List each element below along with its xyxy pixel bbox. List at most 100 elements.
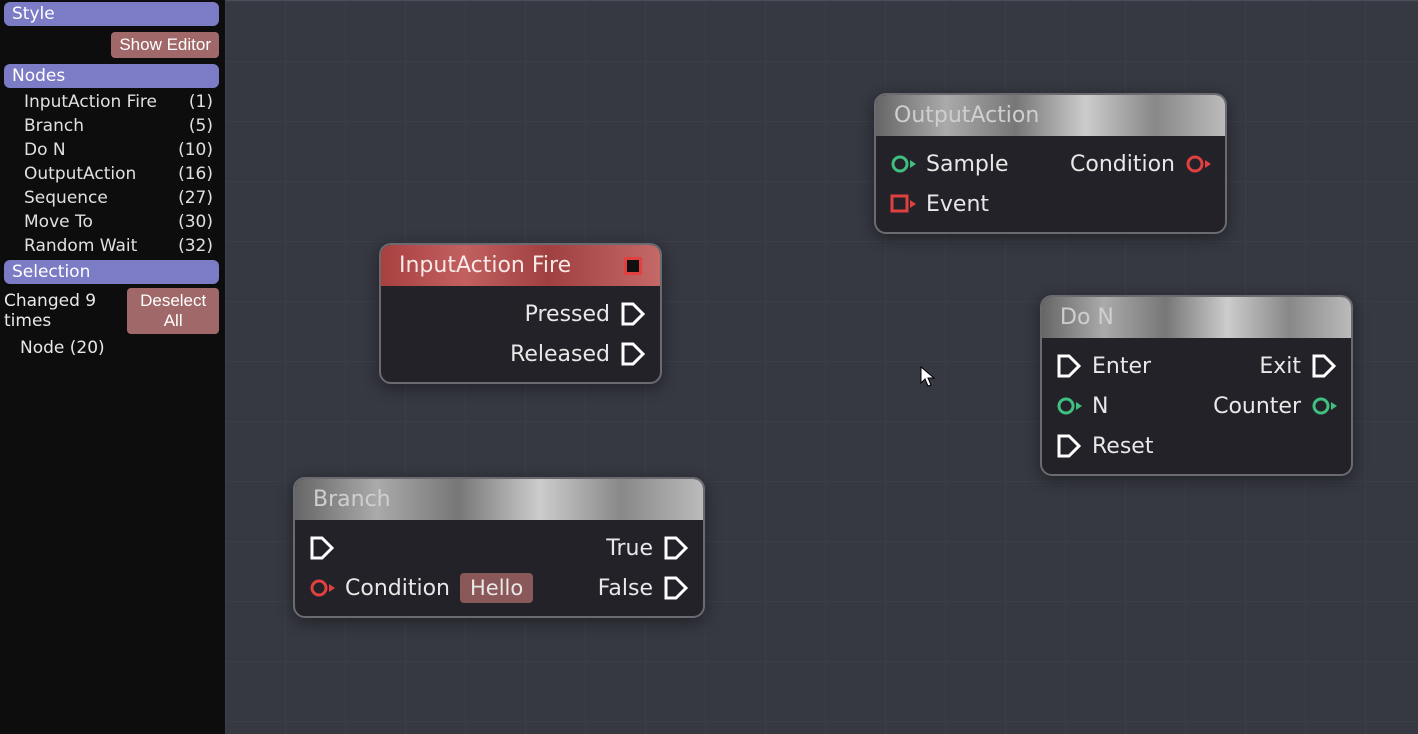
node-title: InputAction Fire (399, 253, 571, 278)
port-label: True (606, 536, 653, 561)
mouse-cursor-icon (920, 366, 936, 388)
node-entry[interactable]: Branch (5) (4, 114, 219, 138)
node-entry-name: Random Wait (24, 236, 137, 256)
exec-port-icon (663, 535, 689, 561)
output-port[interactable]: True (606, 535, 689, 561)
node-entry[interactable]: Do N (10) (4, 138, 219, 162)
selected-node-label[interactable]: Node (20) (0, 336, 223, 360)
input-port[interactable]: Condition Hello (309, 573, 533, 603)
exec-port-icon (309, 535, 335, 561)
data-port-icon (1185, 151, 1211, 177)
input-port[interactable] (309, 535, 335, 561)
exec-port-icon (1311, 353, 1337, 379)
event-square-icon (624, 257, 642, 275)
output-port[interactable]: Condition (1070, 151, 1211, 177)
sidebar: Style Show Editor Nodes InputAction Fire… (0, 0, 223, 734)
graph-canvas[interactable]: InputAction Fire Pressed Released (225, 0, 1418, 734)
input-port[interactable]: Event (890, 191, 989, 217)
node-output-action[interactable]: OutputAction Sample Condition (874, 93, 1227, 234)
exec-port-icon (620, 301, 646, 327)
input-port[interactable]: N (1056, 393, 1108, 419)
output-port[interactable]: Counter (1213, 393, 1337, 419)
node-entry-count: (5) (189, 116, 213, 136)
node-entry[interactable]: OutputAction (16) (4, 162, 219, 186)
node-body: Sample Condition Event (876, 136, 1225, 232)
nodes-header[interactable]: Nodes (4, 64, 219, 88)
node-branch[interactable]: Branch True (293, 477, 705, 618)
port-label: Event (926, 192, 989, 217)
exec-port-icon (1056, 433, 1082, 459)
style-actions-row: Show Editor (0, 28, 223, 62)
node-header[interactable]: InputAction Fire (381, 245, 660, 286)
node-entry-count: (27) (178, 188, 213, 208)
condition-value-field[interactable]: Hello (460, 573, 533, 603)
node-entry[interactable]: InputAction Fire (1) (4, 90, 219, 114)
node-entry-count: (32) (178, 236, 213, 256)
node-entry-name: OutputAction (24, 164, 136, 184)
node-do-n[interactable]: Do N Enter Exit (1040, 295, 1353, 476)
input-port[interactable]: Reset (1056, 433, 1153, 459)
node-entry-count: (16) (178, 164, 213, 184)
port-label: False (598, 576, 653, 601)
selection-header[interactable]: Selection (4, 260, 219, 284)
node-entry-name: Branch (24, 116, 84, 136)
output-port[interactable]: Released (510, 341, 646, 367)
port-row: Reset (1056, 426, 1337, 466)
event-port-icon (890, 191, 916, 217)
node-title: Do N (1060, 305, 1114, 330)
selection-row: Changed 9 times Deselect All (0, 286, 223, 336)
port-row: N Counter (1056, 386, 1337, 426)
port-row: Released (395, 334, 646, 374)
node-entry-name: Move To (24, 212, 93, 232)
port-label: Sample (926, 152, 1009, 177)
node-title: OutputAction (894, 103, 1039, 128)
data-port-icon (1311, 393, 1337, 419)
port-row: Enter Exit (1056, 346, 1337, 386)
node-header[interactable]: Branch (295, 479, 703, 520)
node-entry-count: (10) (178, 140, 213, 160)
port-label: Released (510, 342, 610, 367)
show-editor-button[interactable]: Show Editor (111, 32, 219, 58)
input-port[interactable]: Enter (1056, 353, 1151, 379)
node-input-action-fire[interactable]: InputAction Fire Pressed Released (379, 243, 662, 384)
data-port-icon (1056, 393, 1082, 419)
node-body: Pressed Released (381, 286, 660, 382)
node-body: True Condition Hello False (295, 520, 703, 616)
data-port-icon (890, 151, 916, 177)
port-row: Sample Condition (890, 144, 1211, 184)
port-label: Condition (345, 576, 450, 601)
port-row: Event (890, 184, 1211, 224)
node-title: Branch (313, 487, 391, 512)
port-row: Pressed (395, 294, 646, 334)
node-entry-count: (30) (178, 212, 213, 232)
port-label: Enter (1092, 354, 1151, 379)
node-entry-name: InputAction Fire (24, 92, 157, 112)
port-label: Condition (1070, 152, 1175, 177)
input-port[interactable]: Sample (890, 151, 1009, 177)
output-port[interactable]: Pressed (525, 301, 646, 327)
exec-port-icon (1056, 353, 1082, 379)
node-entry[interactable]: Move To (30) (4, 210, 219, 234)
port-label: Reset (1092, 434, 1153, 459)
node-entry[interactable]: Random Wait (32) (4, 234, 219, 258)
exec-port-icon (663, 575, 689, 601)
node-header[interactable]: Do N (1042, 297, 1351, 338)
node-entry[interactable]: Sequence (27) (4, 186, 219, 210)
nodes-list: InputAction Fire (1) Branch (5) Do N (10… (0, 90, 223, 258)
output-port[interactable]: False (598, 575, 689, 601)
node-entry-name: Do N (24, 140, 66, 160)
deselect-all-button[interactable]: Deselect All (127, 288, 219, 334)
style-header[interactable]: Style (4, 2, 219, 26)
node-entry-count: (1) (189, 92, 213, 112)
node-header[interactable]: OutputAction (876, 95, 1225, 136)
node-entry-name: Sequence (24, 188, 108, 208)
port-row: Condition Hello False (309, 568, 689, 608)
port-label: Pressed (525, 302, 610, 327)
port-label: N (1092, 394, 1108, 419)
port-label: Counter (1213, 394, 1301, 419)
exec-port-icon (620, 341, 646, 367)
data-port-icon (309, 575, 335, 601)
node-body: Enter Exit N Counter (1042, 338, 1351, 474)
port-label: Exit (1259, 354, 1301, 379)
output-port[interactable]: Exit (1259, 353, 1337, 379)
